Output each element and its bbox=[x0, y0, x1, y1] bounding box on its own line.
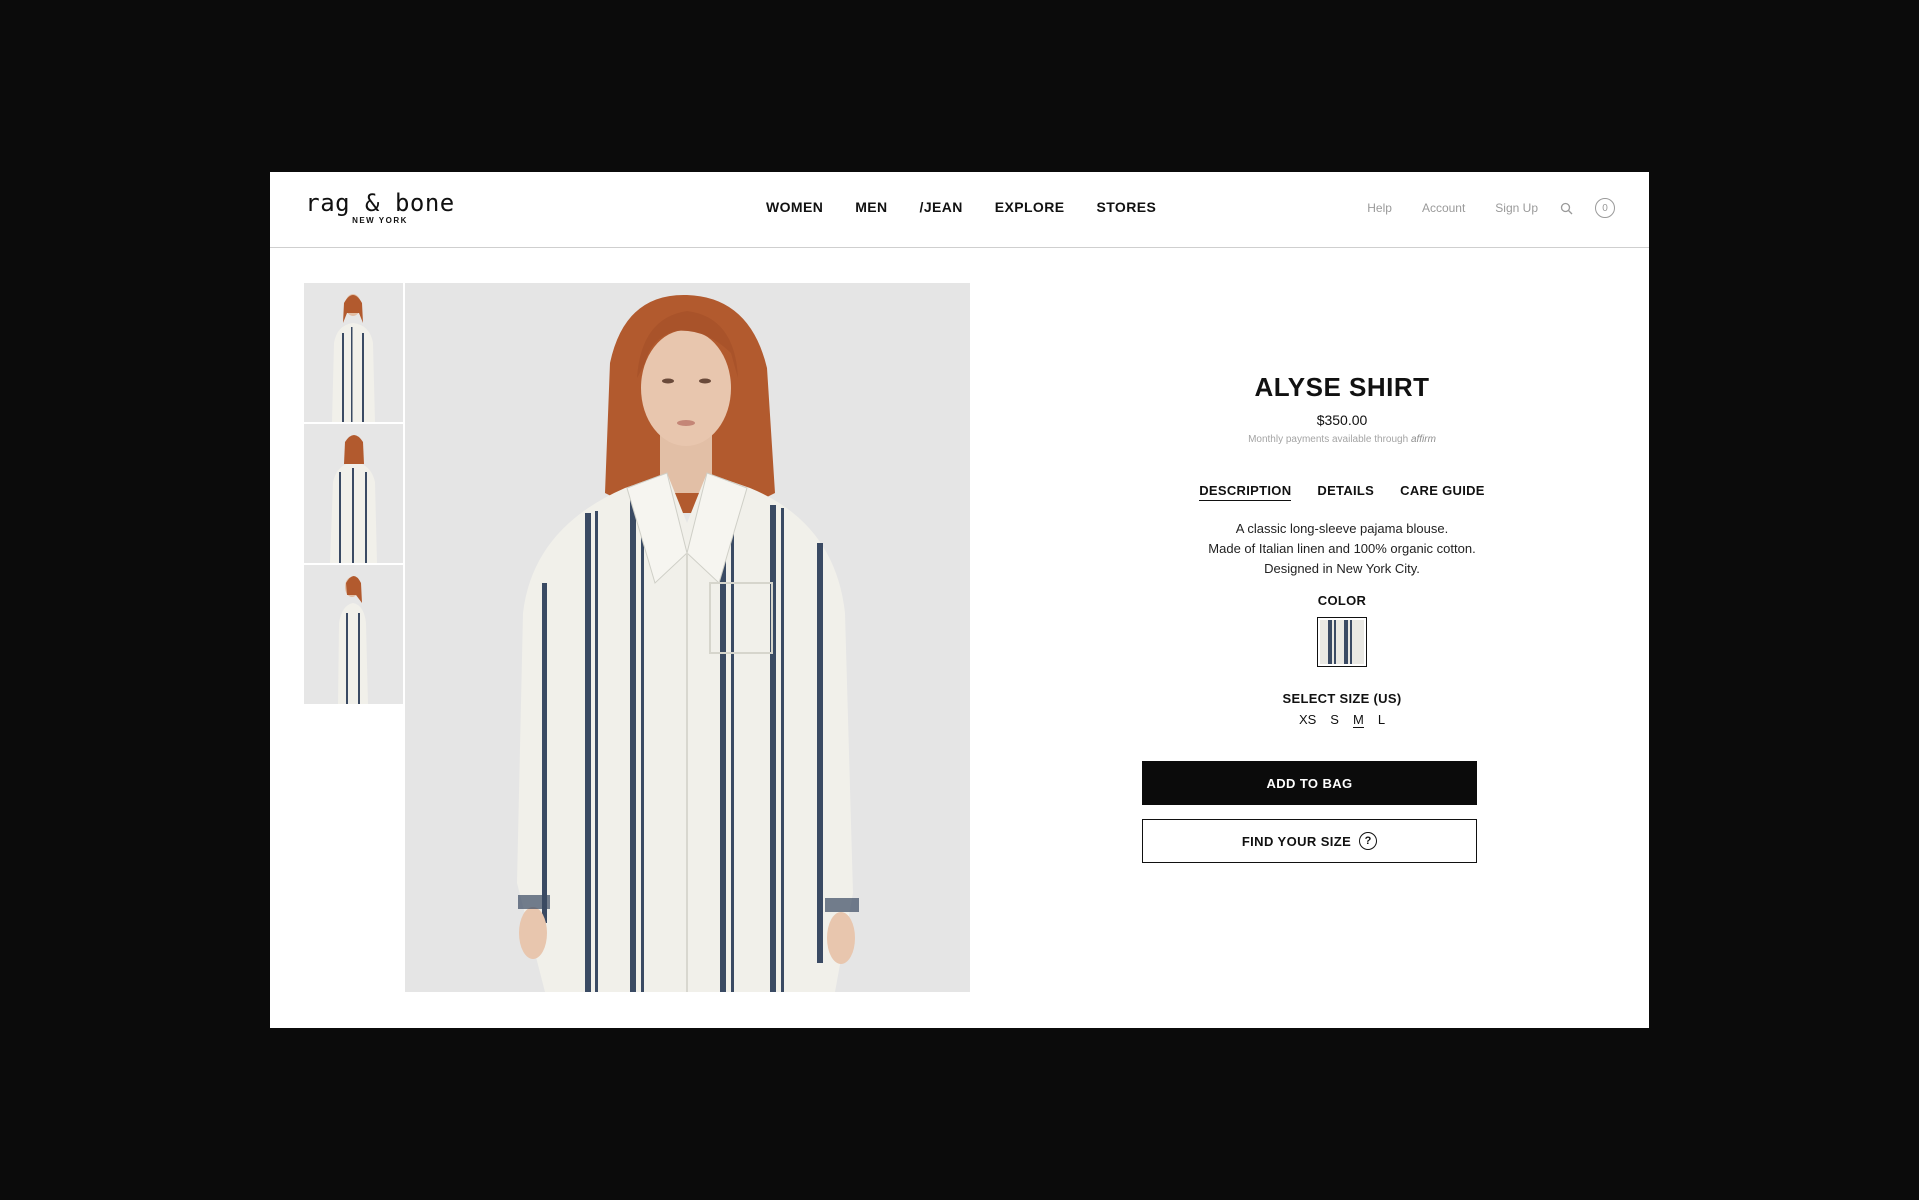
add-to-bag-button[interactable]: ADD TO BAG bbox=[1142, 761, 1477, 805]
product-price: $350.00 bbox=[1316, 412, 1368, 428]
color-swatch-stripe[interactable] bbox=[1317, 617, 1367, 667]
tab-care-guide[interactable]: CARE GUIDE bbox=[1400, 483, 1485, 501]
find-size-label: FIND YOUR SIZE bbox=[1241, 833, 1352, 849]
affirm-text: Monthly payments available through bbox=[1248, 434, 1409, 445]
thumbnail-list bbox=[304, 283, 403, 706]
nav-women[interactable]: WOMEN bbox=[766, 199, 823, 215]
search-icon[interactable] bbox=[1560, 202, 1573, 215]
size-selector: XS S M L bbox=[1142, 712, 1542, 728]
description-line: Designed in New York City. bbox=[1264, 561, 1420, 576]
thumbnail-back[interactable] bbox=[304, 424, 403, 563]
tab-description[interactable]: DESCRIPTION bbox=[1199, 483, 1292, 501]
color-label: COLOR bbox=[1317, 593, 1367, 608]
question-icon: ? bbox=[1359, 832, 1378, 850]
site-header: rag & bone NEW YORK WOMEN MEN /JEAN EXPL… bbox=[270, 172, 1649, 248]
account-link[interactable]: Account bbox=[1422, 201, 1465, 215]
size-label: SELECT SIZE (US) bbox=[1282, 691, 1402, 706]
affirm-message[interactable]: Monthly payments available through affir… bbox=[1142, 434, 1542, 445]
size-option-xs[interactable]: XS bbox=[1299, 712, 1316, 728]
logo-subtitle: NEW YORK bbox=[352, 216, 408, 225]
nav-men[interactable]: MEN bbox=[855, 199, 887, 215]
brand-logo[interactable]: rag & bone NEW YORK bbox=[304, 190, 456, 225]
product-title: ALYSE SHIRT bbox=[1254, 372, 1430, 402]
help-link[interactable]: Help bbox=[1367, 201, 1392, 215]
shopping-bag-icon[interactable]: 0 bbox=[1595, 198, 1615, 218]
product-info: ALYSE SHIRT $350.00 Monthly payments ava… bbox=[1142, 372, 1542, 728]
tab-details[interactable]: DETAILS bbox=[1317, 483, 1374, 501]
size-option-l[interactable]: L bbox=[1378, 712, 1385, 728]
sign-up-link[interactable]: Sign Up bbox=[1495, 201, 1538, 215]
main-nav: WOMEN MEN /JEAN EXPLORE STORES bbox=[766, 199, 1188, 215]
thumbnail-side[interactable] bbox=[304, 565, 403, 704]
utility-nav: Help Account Sign Up 0 bbox=[1337, 198, 1615, 218]
logo-wordmark: rag & bone bbox=[305, 189, 455, 217]
nav-jean[interactable]: /JEAN bbox=[920, 199, 963, 215]
find-your-size-button[interactable]: FIND YOUR SIZE ? bbox=[1142, 819, 1477, 863]
browser-page: rag & bone NEW YORK WOMEN MEN /JEAN EXPL… bbox=[270, 172, 1649, 1028]
product-description: A classic long-sleeve pajama blouse. Mad… bbox=[1142, 519, 1542, 579]
affirm-logo: affirm bbox=[1410, 434, 1436, 445]
product-tabs: DESCRIPTION DETAILS CARE GUIDE bbox=[1142, 483, 1542, 501]
product-main-image[interactable] bbox=[405, 283, 970, 992]
thumbnail-front[interactable] bbox=[304, 283, 403, 422]
nav-stores[interactable]: STORES bbox=[1096, 199, 1156, 215]
size-option-m[interactable]: M bbox=[1352, 712, 1364, 728]
description-line: A classic long-sleeve pajama blouse. bbox=[1235, 521, 1449, 536]
nav-explore[interactable]: EXPLORE bbox=[995, 199, 1065, 215]
description-line: Made of Italian linen and 100% organic c… bbox=[1208, 541, 1476, 556]
size-option-s[interactable]: S bbox=[1330, 712, 1339, 728]
